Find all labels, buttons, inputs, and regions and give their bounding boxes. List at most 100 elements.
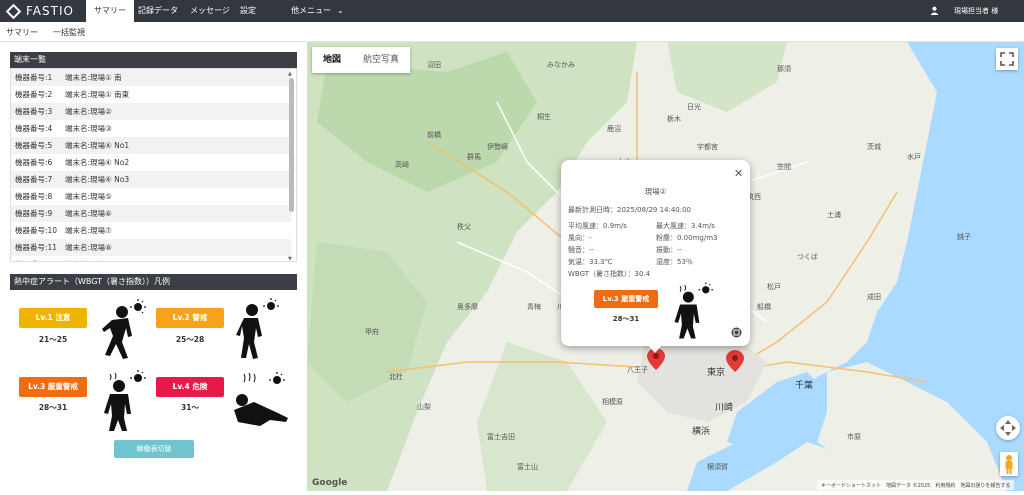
popup-avg-wind: 平均風速：0.9m/s bbox=[568, 222, 627, 230]
sub-navbar: サマリー 一括監視 bbox=[0, 22, 1024, 42]
device-list-item[interactable]: 機器番号:9 端末名:現場⑥ bbox=[11, 205, 291, 222]
map-place-label: 前橋 bbox=[427, 131, 441, 139]
device-list-item[interactable]: 機器番号:11 端末名:現場⑧ bbox=[11, 239, 291, 256]
device-list-item[interactable]: 機器番号:2 端末名:現場① 南東 bbox=[11, 86, 291, 103]
legend-badge-lv3: Lv.3 厳重警戒 bbox=[19, 377, 87, 397]
popup-tail bbox=[647, 344, 663, 353]
device-list-item[interactable]: 機器番号:12端末名:現場⑨ bbox=[11, 256, 291, 261]
legend-range-lv1: 21〜25 bbox=[38, 335, 68, 344]
user-menu[interactable]: 現場担当者 様 bbox=[924, 0, 1024, 22]
legend-range-lv4: 31〜 bbox=[181, 403, 199, 412]
device-number: 機器番号:3 bbox=[15, 107, 53, 116]
device-number: 機器番号:11 bbox=[15, 243, 58, 252]
map-place-label: 横浜 bbox=[692, 427, 711, 437]
popup-level-range: 28〜31 bbox=[612, 315, 640, 323]
device-list-item[interactable]: 機器番号:1 端末名:現場① 南 bbox=[11, 69, 291, 86]
device-list-item[interactable]: 機器番号:8 端末名:現場⑤ bbox=[11, 188, 291, 205]
map-place-label: 八王子 bbox=[627, 366, 648, 374]
map-place-label: 群馬 bbox=[467, 153, 481, 161]
map-place-label: 伊勢崎 bbox=[487, 143, 508, 151]
map-place-label: 奥多摩 bbox=[457, 303, 478, 311]
map-place-label: 銚子 bbox=[957, 233, 971, 241]
map-place-label: 那須 bbox=[777, 65, 791, 73]
heat-danger-figure-icon bbox=[234, 372, 288, 426]
top-navbar: FASTIO サマリー 記録データ メッセージ 設定 他メニュー ⌄ 現場担当者 … bbox=[0, 0, 1024, 22]
map-place-label: 富士山 bbox=[517, 463, 538, 471]
nav-tab-settings[interactable]: 設定 bbox=[232, 0, 264, 22]
map-place-label: 甲府 bbox=[365, 328, 379, 336]
scroll-down-icon[interactable]: ▼ bbox=[288, 256, 292, 262]
map-place-label: 青梅 bbox=[527, 303, 541, 311]
close-icon[interactable]: ✕ bbox=[734, 167, 743, 180]
device-name: 端末名:現場① 南 bbox=[65, 73, 122, 82]
map-place-label: 沼田 bbox=[427, 61, 441, 69]
popup-vibration: 振動：-- bbox=[656, 246, 683, 254]
legend-badge-lv2: Lv.2 警戒 bbox=[156, 308, 224, 328]
device-number: 機器番号:10 bbox=[15, 226, 58, 235]
device-name: 端末名:現場⑨ bbox=[65, 260, 112, 261]
map-place-label: 富士吉田 bbox=[487, 433, 515, 441]
map-place-label: 千葉 bbox=[795, 381, 814, 391]
popup-expand-icon[interactable] bbox=[731, 327, 742, 338]
popup-last-measured: 最新計測日時：2025/08/29 14:40:00 bbox=[568, 206, 692, 214]
map-place-label: 土浦 bbox=[827, 211, 841, 219]
site-info-popup: ✕ 現場② 最新計測日時：2025/08/29 14:40:00 平均風速：0.… bbox=[561, 160, 750, 353]
legend-badge-lv4: Lv.4 危険 bbox=[156, 377, 224, 397]
map-place-label: 桐生 bbox=[537, 113, 551, 121]
device-list-item[interactable]: 機器番号:10 端末名:現場⑦ bbox=[11, 222, 291, 239]
map-place-label: 成田 bbox=[867, 293, 881, 301]
move-arrows-icon bbox=[1000, 420, 1016, 436]
device-number: 機器番号:5 bbox=[15, 141, 53, 150]
nav-tab-other-menu[interactable]: 他メニュー ⌄ bbox=[283, 0, 352, 22]
device-list-item[interactable]: 機器番号:3 端末名:現場② bbox=[11, 103, 291, 120]
popup-humidity: 湿度：53％ bbox=[656, 258, 693, 266]
fullscreen-icon bbox=[1000, 52, 1014, 66]
device-name: 端末名:現場⑧ bbox=[65, 243, 112, 252]
legend-range-lv2: 25〜28 bbox=[175, 335, 205, 344]
device-number: 機器番号:9 bbox=[15, 209, 53, 218]
map-place-label: 笠間 bbox=[777, 163, 791, 171]
device-name: 端末名:現場② bbox=[65, 107, 112, 116]
subnav-summary[interactable]: サマリー bbox=[6, 27, 38, 38]
device-number: 機器番号:12 bbox=[15, 256, 65, 261]
user-icon bbox=[930, 6, 939, 15]
switch-operation-table-button[interactable]: 稼働表切替 bbox=[114, 440, 194, 458]
device-list-header: 端末一覧 bbox=[10, 52, 297, 68]
device-name: 端末名:現場④ No1 bbox=[65, 141, 130, 150]
map-attribution[interactable]: キーボードショートカット 地図データ ©2025 利用規約 地図の誤りを報告する bbox=[817, 480, 1015, 490]
map-place-label: 横須賀 bbox=[707, 463, 728, 471]
map-tab-satellite[interactable]: 航空写真 bbox=[352, 47, 410, 73]
app-logo[interactable]: FASTIO bbox=[5, 3, 74, 19]
device-list-item[interactable]: 機器番号:6 端末名:現場④ No2 bbox=[11, 154, 291, 171]
subnav-bulk-monitor[interactable]: 一括監視 bbox=[53, 27, 85, 38]
legend-badge-lv1: Lv.1 注意 bbox=[19, 308, 87, 328]
google-logo: Google bbox=[312, 478, 348, 488]
popup-noise: 騒音：-- bbox=[568, 246, 595, 254]
map-place-label: 山梨 bbox=[417, 403, 431, 411]
popup-title: 現場② bbox=[644, 187, 667, 196]
map-camera-control[interactable] bbox=[996, 416, 1020, 440]
device-list-scrollbar[interactable] bbox=[289, 78, 294, 212]
fullscreen-button[interactable] bbox=[996, 48, 1018, 70]
pegman-icon bbox=[1005, 455, 1013, 474]
map-place-label: みなかみ bbox=[547, 61, 575, 69]
map-type-tabs: 地図 航空写真 bbox=[312, 47, 411, 73]
scroll-up-icon[interactable]: ▲ bbox=[288, 71, 292, 77]
device-list-item[interactable]: 機器番号:4 端末名:現場③ bbox=[11, 120, 291, 137]
device-list[interactable]: 機器番号:1 端末名:現場① 南機器番号:2 端末名:現場① 南東機器番号:3 端末名… bbox=[10, 68, 297, 262]
device-number: 機器番号:1 bbox=[15, 73, 53, 82]
logo-mark-icon bbox=[5, 3, 22, 19]
map-place-label: 栃木 bbox=[667, 115, 681, 123]
map-view[interactable]: 沼田前橋高崎群馬栃木宇都宮日光那須茨城水戸筑西古河熊谷秩父埼玉さいたま東京八王子… bbox=[307, 42, 1024, 491]
device-list-item[interactable]: 機器番号:5 端末名:現場④ No1 bbox=[11, 137, 291, 154]
device-name: 端末名:現場③ bbox=[65, 124, 112, 133]
map-tab-roadmap[interactable]: 地図 bbox=[312, 47, 352, 73]
device-list-item[interactable]: 機器番号:7 端末名:現場④ No3 bbox=[11, 171, 291, 188]
nav-tab-summary[interactable]: サマリー bbox=[86, 0, 134, 22]
street-view-pegman[interactable] bbox=[1000, 452, 1018, 476]
legend-range-lv3: 28〜31 bbox=[38, 403, 68, 412]
nav-tab-messages[interactable]: メッセージ bbox=[182, 0, 238, 22]
device-name: 端末名:現場⑥ bbox=[65, 209, 112, 218]
popup-level-badge: Lv.3 厳重警戒 bbox=[594, 290, 658, 308]
nav-tab-records[interactable]: 記録データ bbox=[130, 0, 186, 22]
